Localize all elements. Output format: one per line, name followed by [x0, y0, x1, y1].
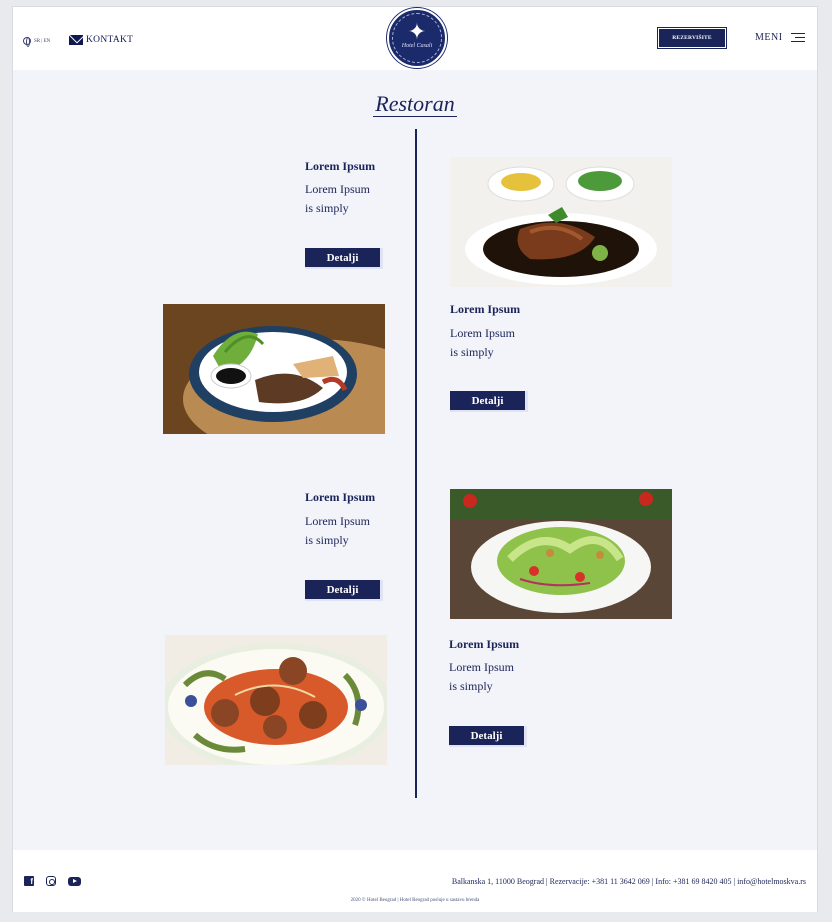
reserve-button[interactable]: REZERVIŠITE [658, 28, 726, 48]
menu-toggle[interactable]: MENI [755, 32, 805, 43]
details-button[interactable]: Detalji [305, 580, 383, 601]
hotel-logo[interactable]: ✦ Hotel Casali [387, 8, 447, 68]
globe-icon [23, 37, 31, 47]
details-button[interactable]: Detalji [305, 248, 383, 269]
language-switcher[interactable]: SR | EN [23, 37, 51, 47]
item-description: Lorem Ipsum is simply [305, 182, 370, 215]
social-links: f [24, 876, 81, 886]
instagram-icon[interactable] [46, 876, 56, 886]
logo-ring [392, 13, 442, 63]
spaghetti-photo [165, 635, 387, 765]
item-title: Lorem Ipsum [305, 490, 376, 504]
hamburger-icon [790, 33, 805, 42]
item-description: Lorem Ipsum is simply [450, 326, 515, 359]
item-description: Lorem Ipsum is simply [305, 514, 370, 547]
footer-info[interactable]: Info: +381 69 8420 405 [655, 877, 731, 886]
timeline-divider [415, 129, 417, 798]
language-label: SR | EN [34, 38, 51, 44]
duck-dish-photo [450, 157, 672, 287]
facebook-icon[interactable]: f [24, 876, 34, 886]
footer-email[interactable]: info@hotelmoskva.rs [737, 877, 806, 886]
salad-photo [450, 489, 672, 619]
footer-address: Balkanska 1, 11000 Beograd [451, 877, 544, 886]
envelope-icon [69, 35, 83, 45]
footer-contact: Balkanska 1, 11000 Beograd | Rezervacije… [451, 877, 806, 886]
page-title: Restoran [373, 91, 457, 117]
menu-label: MENI [755, 32, 783, 43]
details-button[interactable]: Detalji [450, 391, 528, 412]
item-title: Lorem Ipsum [305, 159, 376, 173]
footer-reservations[interactable]: Rezervacije: +381 11 3642 069 [550, 877, 650, 886]
item-title: Lorem Ipsum [449, 637, 520, 651]
item-title: Lorem Ipsum [450, 302, 521, 316]
page-frame: SR | EN KONTAKT ✦ Hotel Casali REZERVIŠI… [12, 6, 818, 912]
site-header: SR | EN KONTAKT ✦ Hotel Casali REZERVIŠI… [13, 7, 817, 70]
site-footer: f Balkanska 1, 11000 Beograd | Rezervaci… [13, 850, 817, 912]
youtube-icon[interactable] [68, 876, 81, 886]
contact-link[interactable]: KONTAKT [69, 35, 133, 45]
fish-salad-photo [163, 304, 385, 434]
item-description: Lorem Ipsum is simply [449, 660, 514, 693]
contact-label: KONTAKT [86, 35, 134, 45]
copyright-text: 2020 © Hotel Beograd | Hotel Beograd pos… [350, 898, 480, 903]
details-button[interactable]: Detalji [449, 726, 527, 747]
